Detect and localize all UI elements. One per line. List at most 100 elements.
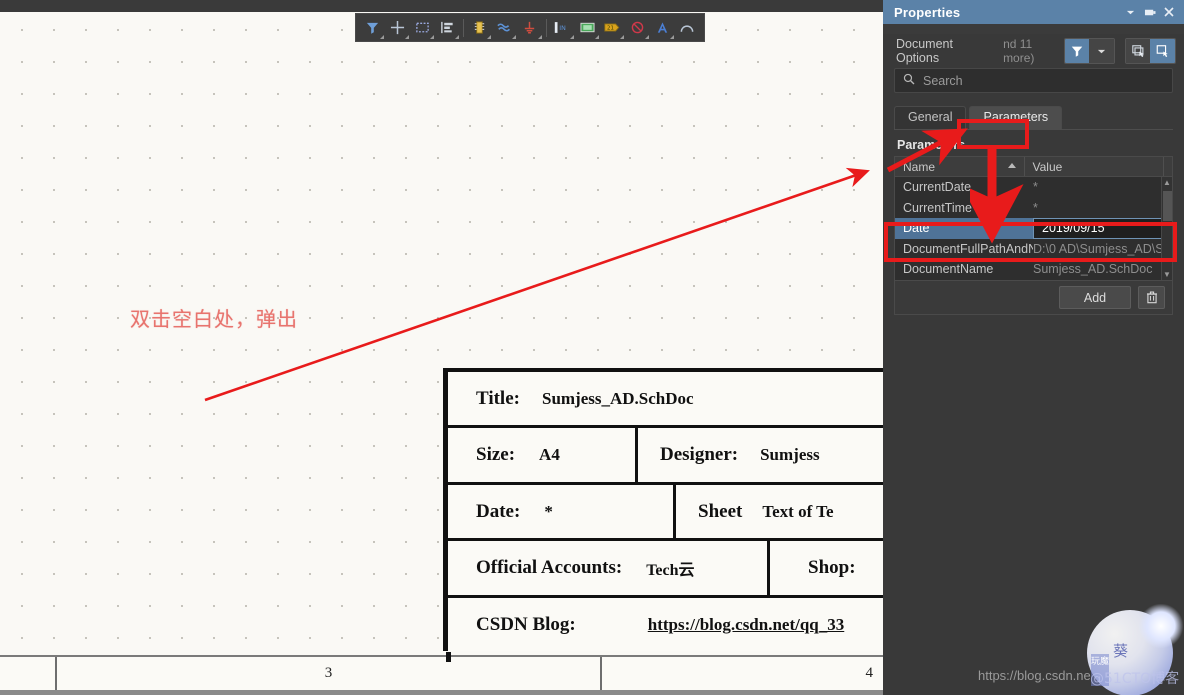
shop-label: Shop:	[808, 557, 856, 578]
table-row[interactable]: DocumentFullPathAndNa D:\0 AD\Sumjess_AD…	[895, 239, 1172, 260]
panel-tabs[interactable]: General Parameters	[894, 106, 1173, 130]
title-label: Title:	[476, 387, 520, 409]
tab-general[interactable]: General	[894, 106, 967, 129]
designer-label: Designer:	[660, 444, 739, 465]
panel-title: Properties	[894, 4, 961, 20]
toolbar-separator	[463, 18, 465, 37]
official-accounts-label: Official Accounts:	[476, 557, 623, 578]
wire-tool-icon[interactable]	[492, 16, 517, 40]
no-erc-tool-icon[interactable]	[625, 16, 650, 40]
text-tool-icon[interactable]	[650, 16, 675, 40]
search-wrapper	[883, 68, 1184, 93]
official-accounts-value: Tech云	[646, 562, 695, 579]
drawing-toolbar[interactable]: IN 21	[355, 13, 705, 42]
window-bottom-border	[0, 690, 883, 695]
watermark-logo-char: 葵	[1113, 642, 1129, 660]
zone-cell: 4	[865, 665, 874, 681]
schematic-canvas[interactable]: 双击空白处，弹出 Title: Sumjess_AD.SchDoc Size: …	[0, 0, 883, 655]
param-value: *	[1033, 200, 1038, 215]
panel-strip	[883, 24, 1184, 34]
chinese-annotation: 双击空白处，弹出	[130, 307, 298, 331]
sort-ascending-icon	[1007, 163, 1016, 168]
selection-mode-group[interactable]	[1124, 38, 1176, 64]
column-header-extra	[1164, 157, 1172, 176]
shop-cell: Shop:	[770, 541, 883, 595]
tab-parameters[interactable]: Parameters	[969, 106, 1063, 129]
svg-text:IN: IN	[559, 25, 566, 32]
column-header-name[interactable]: Name	[895, 157, 1025, 176]
size-cell: Size: A4	[448, 428, 638, 482]
column-header-value-label: Value	[1032, 159, 1063, 174]
filter-dropdown-icon[interactable]	[1089, 39, 1114, 63]
crosshair-tool-icon[interactable]	[385, 16, 410, 40]
marquee-select-tool-icon[interactable]	[410, 16, 435, 40]
csdn-blog-label: CSDN Blog:	[476, 614, 576, 635]
parameters-grid[interactable]: Name Value CurrentDate * CurrentTime * D…	[894, 156, 1173, 281]
column-header-value[interactable]: Value	[1025, 157, 1164, 176]
table-row[interactable]: DocumentNumber *	[895, 280, 1172, 281]
param-name: DocumentName	[903, 262, 994, 277]
date-cell: Date: *	[448, 485, 676, 538]
search-icon	[903, 72, 915, 90]
table-row-selected[interactable]: Date 2019/09/15	[895, 218, 1172, 239]
title-block-row: CSDN Blog: https://blog.csdn.net/qq_33	[448, 598, 883, 652]
size-value: A4	[539, 445, 560, 464]
canvas-top-strip	[0, 0, 883, 12]
date-label: Date:	[476, 500, 521, 522]
dock-pin-icon[interactable]	[1140, 2, 1159, 22]
filter-tool-icon[interactable]	[360, 16, 385, 40]
grid-scrollbar[interactable]: ▲ ▼	[1161, 177, 1172, 280]
column-header-name-label: Name	[903, 159, 936, 174]
chevron-down-icon[interactable]	[1121, 2, 1140, 22]
csdn-blog-cell: CSDN Blog: https://blog.csdn.net/qq_33	[448, 598, 883, 652]
search-input[interactable]	[923, 73, 1164, 88]
param-value: D:\0 AD\Sumjess_AD\Sum	[1033, 241, 1172, 256]
param-value: *	[1033, 180, 1038, 195]
title-block-row: Date: * Sheet Text of Te	[448, 485, 883, 541]
designer-cell: Designer: Sumjess	[638, 428, 883, 482]
sheet-symbol-tool-icon[interactable]	[575, 16, 600, 40]
title-block-row: Title: Sumjess_AD.SchDoc	[448, 372, 883, 428]
select-all-icon[interactable]	[1125, 39, 1151, 63]
scroll-down-icon[interactable]: ▼	[1162, 269, 1172, 280]
document-options-row: Document Options nd 11 more)	[883, 34, 1184, 68]
scrollbar-thumb[interactable]	[1163, 191, 1172, 221]
param-value-date[interactable]: 2019/09/15	[1033, 218, 1172, 239]
align-tool-icon[interactable]	[435, 16, 460, 40]
param-name: CurrentTime	[903, 200, 972, 215]
port-tool-icon[interactable]: 21	[600, 16, 625, 40]
delete-button[interactable]	[1138, 286, 1165, 309]
panel-title-bar[interactable]: Properties	[883, 0, 1184, 24]
search-box[interactable]	[894, 68, 1173, 93]
param-name-date: Date	[895, 218, 1033, 239]
sheet-value: Text of Te	[762, 501, 834, 521]
zone-cell: 3	[57, 657, 602, 690]
sheet-cell: Sheet Text of Te	[676, 485, 883, 538]
param-name: CurrentDate	[903, 180, 972, 195]
parameters-actions: Add	[894, 281, 1173, 315]
close-icon[interactable]	[1159, 2, 1178, 22]
document-options-label: Document Options	[896, 37, 953, 65]
arc-tool-icon[interactable]	[675, 16, 700, 40]
date-value: *	[544, 501, 553, 521]
svg-text:21: 21	[607, 26, 614, 32]
watermark-tag: @51CTO博客	[1090, 671, 1180, 687]
sheet-label: Sheet	[698, 500, 743, 522]
ground-tool-icon[interactable]	[517, 16, 542, 40]
toolbar-separator	[545, 18, 547, 37]
table-row[interactable]: CurrentDate *	[895, 177, 1172, 198]
scroll-up-icon[interactable]: ▲	[1162, 177, 1172, 188]
zone-cell	[0, 657, 57, 690]
filter-control-group[interactable]	[1063, 38, 1115, 64]
net-label-tool-icon[interactable]: IN	[549, 16, 574, 40]
param-value: Sumjess_AD.SchDoc	[1033, 262, 1153, 277]
table-row[interactable]: DocumentName Sumjess_AD.SchDoc	[895, 259, 1172, 280]
title-block-row: Official Accounts: Tech云 Shop:	[448, 541, 883, 598]
add-button[interactable]: Add	[1059, 286, 1131, 309]
filter-icon[interactable]	[1064, 39, 1090, 63]
select-single-icon[interactable]	[1150, 39, 1175, 63]
component-tool-icon[interactable]	[467, 16, 492, 40]
table-row[interactable]: CurrentTime *	[895, 198, 1172, 219]
grid-body[interactable]: CurrentDate * CurrentTime * Date 2019/09…	[895, 177, 1172, 280]
title-value: Sumjess_AD.SchDoc	[541, 388, 694, 408]
